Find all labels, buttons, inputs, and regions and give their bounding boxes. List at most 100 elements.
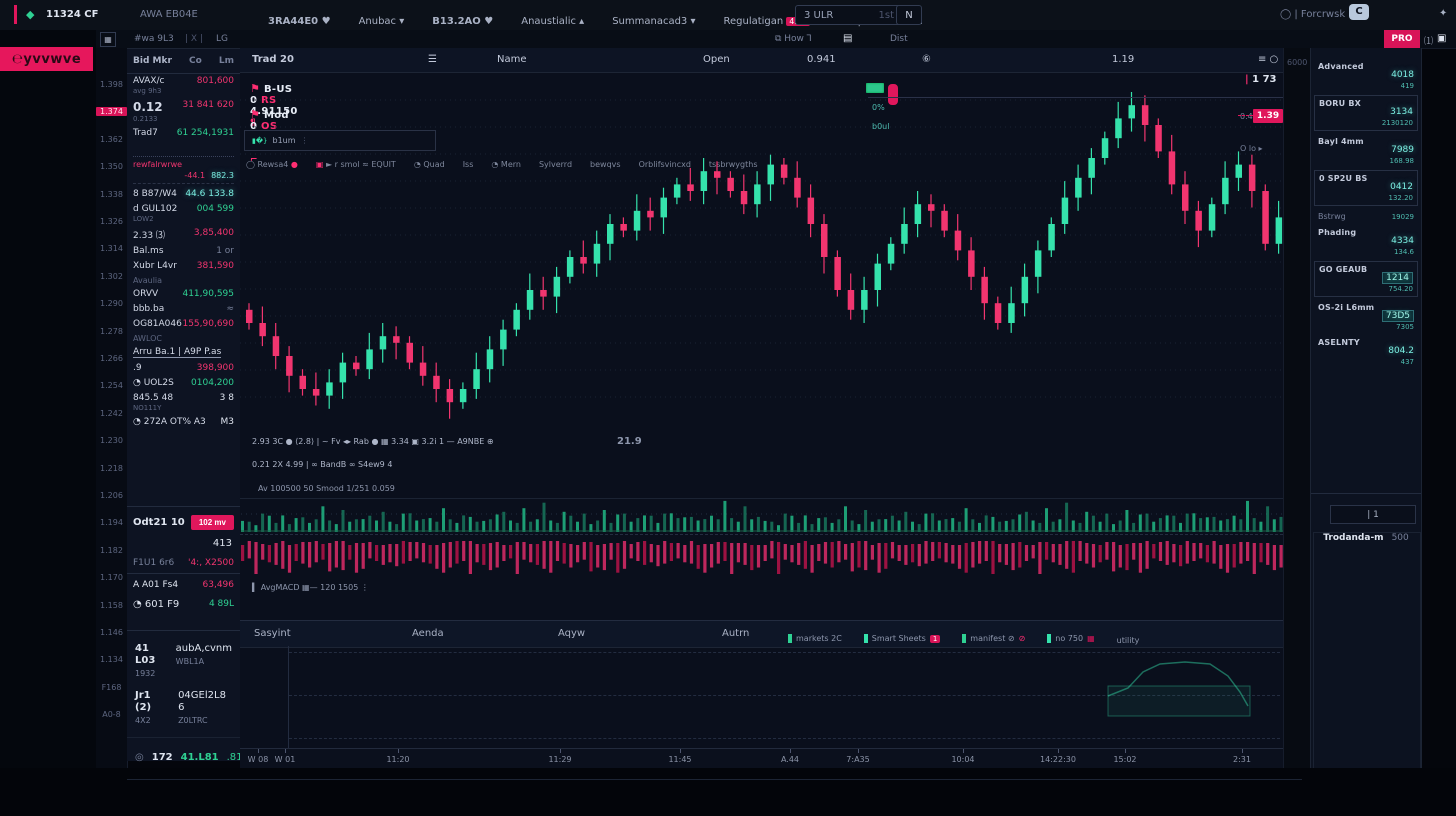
bottom-strip (0, 768, 1456, 816)
price-level: 1.218 (96, 464, 127, 473)
price-level: 1.302 (96, 272, 127, 281)
axis-label: 11:29 (548, 755, 571, 764)
left-rail (0, 30, 96, 780)
watchlist-row[interactable]: d GUL102LOW2004 599 (127, 201, 240, 225)
grid-view-icon[interactable]: ▦ (100, 32, 116, 47)
rp-row-0: Advanced4018419 (1311, 58, 1421, 93)
forums-link[interactable]: ◯ | Forcrwsk (1280, 9, 1345, 21)
current-price-badge: 1.39 (1253, 109, 1283, 123)
orders-col[interactable]: Autrn (722, 628, 749, 639)
orders-filter-badge-2[interactable]: manifest ⊘ ⊘ (962, 634, 1025, 643)
price-level: 1.338 (96, 190, 127, 199)
stats-row: 41 L031932 aubA,cvnmWBL1A (127, 631, 240, 678)
ticker-label[interactable]: 11324 CF (46, 9, 98, 21)
marker-pct: 0% (872, 103, 885, 112)
watchlist-row[interactable]: ◔ 272A OT% A3M3 (127, 414, 240, 429)
price-level: F168 (96, 683, 127, 692)
orders-filter-badge-1[interactable]: Smart Sheets 1 (864, 634, 941, 643)
watchlist-row[interactable]: Arru Ba.1 | A9P P.as (127, 344, 240, 360)
price-level: 1.206 (96, 491, 127, 500)
oscillator-pane[interactable] (241, 536, 1283, 582)
chart-header-col[interactable]: ≡ ○ (1258, 54, 1278, 65)
menu-item-2[interactable]: B13.2AO ♥ (432, 16, 493, 27)
order-label: Odt21 10 (133, 517, 185, 529)
brand-logo[interactable]: ℮yvvwve (0, 47, 93, 71)
orders-filter-badge-4[interactable]: utility (1117, 636, 1140, 645)
ohlc-legend-value: 21.9 (617, 436, 642, 447)
indicator-legend-2[interactable]: 0.21 2X 4.99 | ∞ BandB ∞ S4ew9 4 (252, 460, 392, 469)
watchlist-row[interactable]: 0.120.213331 841 620 (127, 97, 240, 125)
layout-icon[interactable]: ▤ (843, 33, 852, 45)
order-row4-value: 4 89L (209, 599, 234, 611)
watchlist-row[interactable]: ORVV411,90,595 (127, 286, 240, 301)
chart-header-col[interactable]: Open (703, 54, 730, 65)
orders-col[interactable]: Sasyint (254, 628, 291, 639)
chart-header-col[interactable]: Name (497, 54, 527, 65)
buy-button[interactable]: 102 mv (191, 515, 234, 530)
candlestick-chart[interactable] (240, 70, 1283, 440)
orders-filter-badge-3[interactable]: no 750 ▦ (1047, 634, 1094, 643)
axis-tick (963, 749, 964, 753)
axis-tick (398, 749, 399, 753)
watchlist-row[interactable]: 845.5 48NO111Y3 8 (127, 390, 240, 414)
price-level: 1.254 (96, 381, 127, 390)
volume-pane[interactable] (241, 500, 1283, 534)
watchlist-row[interactable]: .9398,900 (127, 360, 240, 375)
axis-tick (560, 749, 561, 753)
watchlist-row[interactable]: Trad761 254,1931 (127, 125, 240, 140)
watchlist-row[interactable]: OG81A046155,90,690 (127, 316, 240, 331)
orders-filter-badge-0[interactable]: markets 2C (788, 634, 842, 643)
watchlist-row[interactable]: 2.33 ⑶3,85,400 (127, 225, 240, 243)
menu-item-0[interactable]: 3RA44E0 ♥ (268, 16, 331, 27)
menu-item-1[interactable]: Anubac ▾ (359, 16, 405, 27)
app-icon[interactable]: C (1349, 4, 1369, 20)
stats-footer: ◎172 41.L81.81 (127, 737, 240, 764)
watchlist-sparkline: rewfalrwrwe -44.1882.3 (127, 142, 240, 184)
axis-tick (1242, 749, 1243, 753)
chart-header-col[interactable]: Trad 20 (252, 54, 294, 65)
tab-pro[interactable]: PRO (1384, 30, 1420, 48)
chart-header-col[interactable]: 0.941 (807, 54, 836, 65)
price-level: 1.182 (96, 546, 127, 555)
ohlc-legend[interactable]: 2.93 3C ● ⟨2.8⟩ | ~ Fv ◂▸ Rab ● ▦ 3.34 ▣… (252, 437, 494, 446)
marker-line (868, 97, 1283, 98)
order-row2-label: F1U1 6r6 (133, 558, 174, 569)
menu-item-3[interactable]: Anaustialic ▴ (521, 16, 584, 27)
account-label[interactable]: AWA EB04E (140, 9, 198, 21)
hotkey-button[interactable]: N (896, 5, 922, 25)
search-hint: 1st (879, 10, 895, 21)
chart-header-col[interactable]: ⑥ (922, 54, 931, 65)
watchlist-row[interactable]: 8 B87/W444.6 133.8 (127, 186, 240, 201)
price-level: 1.326 (96, 217, 127, 226)
watchlist-row[interactable]: ◔ UOL2S0104,200 (127, 375, 240, 390)
amount-input[interactable]: | 1 (1330, 505, 1416, 524)
search-input[interactable]: 3 ULR 1st (795, 5, 903, 25)
orders-col[interactable]: Aqyw (558, 628, 585, 639)
price-level: 1.266 (96, 354, 127, 363)
axis-label: W 01 (275, 755, 296, 764)
rp-section: Bstrwg19029 (1311, 208, 1421, 224)
menu-item-4[interactable]: Summanacad3 ▾ (612, 16, 695, 27)
tab-extra[interactable]: ⑴ (1424, 34, 1433, 47)
time-axis[interactable]: W 08W 0111:2011:2911:45A.447:A3510:0414:… (240, 748, 1283, 769)
chart-header-col[interactable]: 1.19 (1112, 54, 1134, 65)
market-stats-panel: Advanced4018419BORU BX31342130120Bayl 4m… (1310, 48, 1422, 768)
watchlist-header: Bid Mkr Co Lm (127, 49, 240, 74)
watchlist-row[interactable]: Xubr L4vr381,590 (127, 258, 240, 273)
how-link[interactable]: ⧉ How ⅂ (775, 34, 812, 45)
macd-legend[interactable]: ▍ AvgMACD ▦— 120 1505 ⋮ (252, 583, 369, 592)
axis-tick (858, 749, 859, 753)
watchlist-row[interactable]: bbb.ba≈ (127, 301, 240, 316)
chart-header-col[interactable]: ☰ (428, 54, 437, 65)
star-icon[interactable]: ✦ (1439, 8, 1447, 20)
watchlist-row[interactable]: AVAX/cavg 9h3801,600 (127, 73, 240, 97)
diamond-icon: ◆ (26, 8, 34, 21)
orders-col[interactable]: Aenda (412, 628, 444, 639)
trading-app: ◆ 11324 CF AWA EB04E 3RA44E0 ♥ Anubac ▾ B1… (0, 0, 1456, 816)
chat-icon[interactable]: ▣ (1437, 33, 1446, 45)
watchlist-col-co: Co (189, 56, 202, 66)
dist-label[interactable]: Dist (890, 34, 908, 45)
watchlist-row[interactable]: Bal.ms1 or (127, 243, 240, 258)
price-level: 1.170 (96, 573, 127, 582)
price-scale-strip: 1.3981.3741.3621.3501.3381.3261.3141.302… (96, 48, 128, 780)
